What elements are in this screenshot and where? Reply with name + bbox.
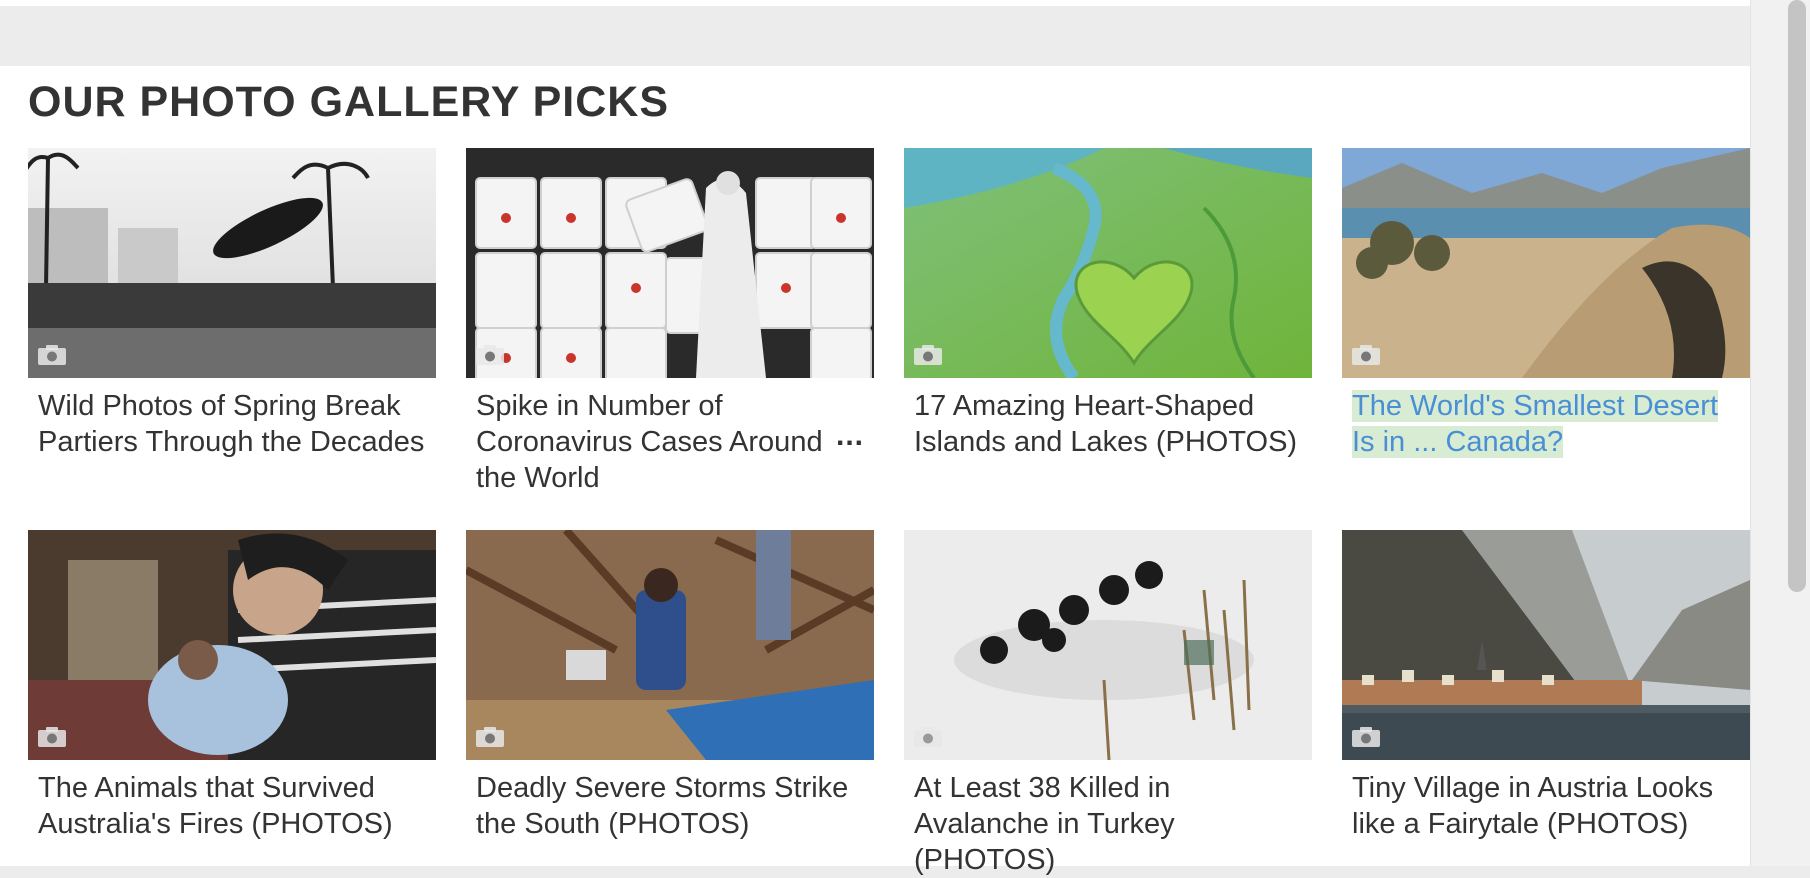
camera-icon <box>38 727 66 747</box>
section-heading: OUR PHOTO GALLERY PICKS <box>28 78 669 126</box>
gallery-thumbnail[interactable] <box>466 530 874 760</box>
camera-icon <box>914 345 942 365</box>
more-indicator[interactable]: ... <box>836 421 864 451</box>
scrollbar-thumb[interactable] <box>1788 0 1806 592</box>
gallery-thumbnail[interactable] <box>466 148 874 378</box>
gallery-thumbnail[interactable] <box>1342 530 1750 760</box>
gallery-thumbnail[interactable] <box>28 148 436 378</box>
camera-icon <box>476 727 504 747</box>
gallery-title[interactable]: At Least 38 Killed in Avalanche in Turke… <box>914 770 1308 878</box>
gallery-title[interactable]: Tiny Village in Austria Looks like a Fai… <box>1352 770 1746 842</box>
gallery-title[interactable]: Wild Photos of Spring Break Partiers Thr… <box>38 388 432 460</box>
gallery-title[interactable]: The Animals that Survived Australia's Fi… <box>38 770 432 842</box>
camera-icon <box>914 727 942 747</box>
gallery-title-highlighted[interactable]: The World's Smallest Desert Is in ... Ca… <box>1352 388 1746 460</box>
top-bar <box>0 0 1750 6</box>
gallery-thumbnail[interactable] <box>904 530 1312 760</box>
gallery-thumbnail[interactable] <box>28 530 436 760</box>
gallery-title[interactable]: 17 Amazing Heart-Shaped Islands and Lake… <box>914 388 1308 460</box>
highlighted-text[interactable]: The World's Smallest Desert Is in ... Ca… <box>1352 390 1718 458</box>
gallery-title[interactable]: Deadly Severe Storms Strike the South (P… <box>476 770 870 842</box>
camera-icon <box>38 345 66 365</box>
gallery-thumbnail[interactable] <box>904 148 1312 378</box>
camera-icon <box>476 345 504 365</box>
gallery-thumbnail[interactable] <box>1342 148 1750 378</box>
gallery-title[interactable]: Spike in Number of Coronavirus Cases Aro… <box>476 388 870 496</box>
camera-icon <box>1352 727 1380 747</box>
camera-icon <box>1352 345 1380 365</box>
